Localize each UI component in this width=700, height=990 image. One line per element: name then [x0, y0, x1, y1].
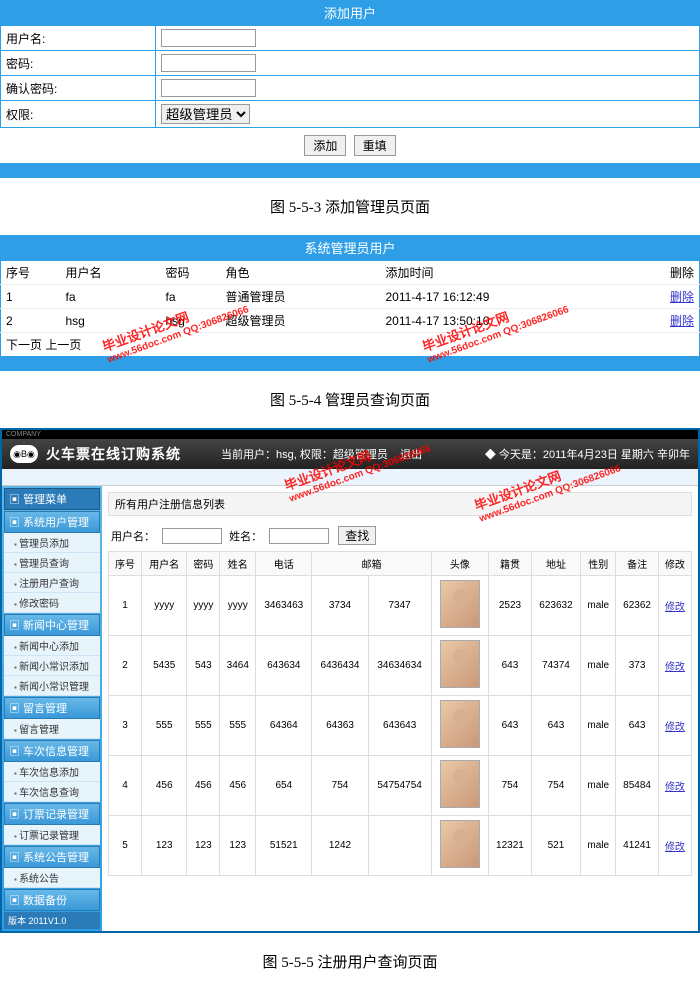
sidebar-footer: 版本 2011V1.0 — [4, 912, 100, 929]
avatar-icon — [440, 760, 480, 808]
admin-table: 序号 用户名 密码 角色 添加时间 删除 1fafa普通管理员2011-4-17… — [0, 260, 700, 333]
avatar-icon — [440, 700, 480, 748]
username-label: 用户名: — [1, 26, 156, 51]
sidebar-group[interactable]: ▣ 留言管理 — [4, 697, 100, 719]
app-title: 火车票在线订购系统 — [46, 444, 181, 464]
admin-list-title: 系统管理员用户 — [0, 235, 700, 260]
sidebar-item[interactable]: 修改密码 — [4, 593, 100, 613]
search-button[interactable]: 查找 — [338, 526, 376, 545]
pager-next[interactable]: 下一页 — [6, 338, 42, 352]
divider-bar — [0, 163, 700, 178]
table-row: 35555555556436464363643643643643male643修… — [109, 696, 692, 756]
table-row: 2hsghsg超级管理员2011-4-17 13:50:10删除 — [1, 309, 700, 333]
add-user-form: 用户名: 密码: 确认密码: 权限: 超级管理员 — [0, 25, 700, 128]
sidebar-item[interactable]: 留言管理 — [4, 719, 100, 739]
filter-user-input[interactable] — [162, 528, 222, 544]
sidebar-item[interactable]: 车次信息查询 — [4, 782, 100, 802]
uth-password: 密码 — [187, 552, 220, 576]
password-label: 密码: — [1, 51, 156, 76]
avatar-icon — [440, 640, 480, 688]
table-row: 1yyyyyyyyyyyy3463463373473472523623632ma… — [109, 576, 692, 636]
filter-name-input[interactable] — [269, 528, 329, 544]
sidebar-item[interactable]: 注册用户查询 — [4, 573, 100, 593]
sidebar-group[interactable]: ▣ 订票记录管理 — [4, 803, 100, 825]
modify-link[interactable]: 修改 — [665, 602, 685, 613]
th-seq: 序号 — [1, 261, 61, 285]
sidebar-item[interactable]: 管理员添加 — [4, 533, 100, 553]
th-addtime: 添加时间 — [381, 261, 650, 285]
caption-3: 图 5-5-5 注册用户查询页面 — [0, 951, 700, 972]
uth-remark: 备注 — [616, 552, 659, 576]
sidebar-item[interactable]: 新闻中心添加 — [4, 636, 100, 656]
sidebar-item[interactable]: 车次信息添加 — [4, 762, 100, 782]
sidebar-group[interactable]: ▣ 系统公告管理 — [4, 846, 100, 868]
uth-realname: 姓名 — [220, 552, 256, 576]
table-row: 2543554334646436346436434346346346437437… — [109, 636, 692, 696]
app-titlebar: ◉B◉ 火车票在线订购系统 当前用户：hsg, 权限：超级管理员 退出 ◆ 今天… — [2, 439, 698, 469]
logo-icon: ◉B◉ — [10, 445, 38, 463]
modify-link[interactable]: 修改 — [665, 722, 685, 733]
modify-link[interactable]: 修改 — [665, 662, 685, 673]
th-role: 角色 — [221, 261, 381, 285]
sidebar-item[interactable]: 新闻小常识管理 — [4, 676, 100, 696]
table-row: 512312312351521124212321521male41241修改 — [109, 816, 692, 876]
confirm-input[interactable] — [161, 79, 256, 97]
current-user: 当前用户：hsg, 权限：超级管理员 — [221, 449, 388, 461]
th-username: 用户名 — [61, 261, 161, 285]
sidebar-group[interactable]: ▣ 新闻中心管理 — [4, 614, 100, 636]
avatar-icon — [440, 820, 480, 868]
add-button[interactable]: 添加 — [304, 135, 346, 156]
divider-bar-2 — [0, 356, 700, 371]
pager-prev[interactable]: 上一页 — [45, 338, 81, 352]
caption-2: 图 5-5-4 管理员查询页面 — [0, 389, 700, 410]
uth-avatar: 头像 — [431, 552, 489, 576]
sidebar-group[interactable]: ▣ 系统用户管理 — [4, 511, 100, 533]
uth-native: 籍贯 — [489, 552, 532, 576]
uth-gender: 性别 — [581, 552, 616, 576]
modify-link[interactable]: 修改 — [665, 842, 685, 853]
uth-username: 用户名 — [142, 552, 187, 576]
username-input[interactable] — [161, 29, 256, 47]
uth-phone: 电话 — [256, 552, 312, 576]
uth-seq: 序号 — [109, 552, 142, 576]
delete-link[interactable]: 删除 — [670, 290, 694, 304]
sidebar-item[interactable]: 新闻小常识添加 — [4, 656, 100, 676]
content-area: 所有用户注册信息列表 用户名： 姓名： 查找 序号 用户名 密码 姓名 电话 邮… — [102, 486, 698, 931]
app-shell: 毕业设计论文网www.56doc.com QQ:306826066 毕业设计论文… — [0, 428, 700, 933]
content-title: 所有用户注册信息列表 — [108, 492, 692, 516]
th-password: 密码 — [161, 261, 221, 285]
delete-link[interactable]: 删除 — [670, 314, 694, 328]
password-input[interactable] — [161, 54, 256, 72]
menu-bar — [2, 469, 698, 486]
sidebar-item[interactable]: 订票记录管理 — [4, 825, 100, 845]
sidebar-group[interactable]: ▣ 车次信息管理 — [4, 740, 100, 762]
filter-user-label: 用户名： — [111, 531, 155, 543]
filter-name-label: 姓名： — [229, 531, 262, 543]
sidebar-header: ▣ 管理菜单 — [4, 488, 100, 510]
perm-select[interactable]: 超级管理员 — [161, 104, 250, 124]
date-display: ◆ 今天是：2011年4月23日 星期六 辛卯年 — [485, 446, 690, 462]
sidebar-item[interactable]: 系统公告 — [4, 868, 100, 888]
confirm-label: 确认密码: — [1, 76, 156, 101]
avatar-icon — [440, 580, 480, 628]
sidebar-item[interactable]: 管理员查询 — [4, 553, 100, 573]
add-user-title: 添加用户 — [0, 0, 700, 25]
filter-row: 用户名： 姓名： 查找 — [108, 520, 692, 551]
modify-link[interactable]: 修改 — [665, 782, 685, 793]
table-row: 445645645665475454754754754754male85484修… — [109, 756, 692, 816]
user-table: 序号 用户名 密码 姓名 电话 邮箱 头像 籍贯 地址 性别 备注 修改 1yy… — [108, 551, 692, 876]
uth-modify: 修改 — [658, 552, 691, 576]
logout-link[interactable]: 退出 — [400, 449, 422, 461]
table-row: 1fafa普通管理员2011-4-17 16:12:49删除 — [1, 285, 700, 309]
sidebar: ▣ 管理菜单 ▣ 系统用户管理管理员添加管理员查询注册用户查询修改密码▣ 新闻中… — [2, 486, 102, 931]
th-delete: 删除 — [650, 261, 700, 285]
perm-label: 权限: — [1, 101, 156, 128]
uth-address: 地址 — [531, 552, 580, 576]
uth-email: 邮箱 — [312, 552, 431, 576]
reset-button[interactable]: 重填 — [354, 135, 396, 156]
caption-1: 图 5-5-3 添加管理员页面 — [0, 196, 700, 217]
company-label: COMPANY — [2, 430, 698, 439]
sidebar-group[interactable]: ▣ 数据备份 — [4, 889, 100, 911]
